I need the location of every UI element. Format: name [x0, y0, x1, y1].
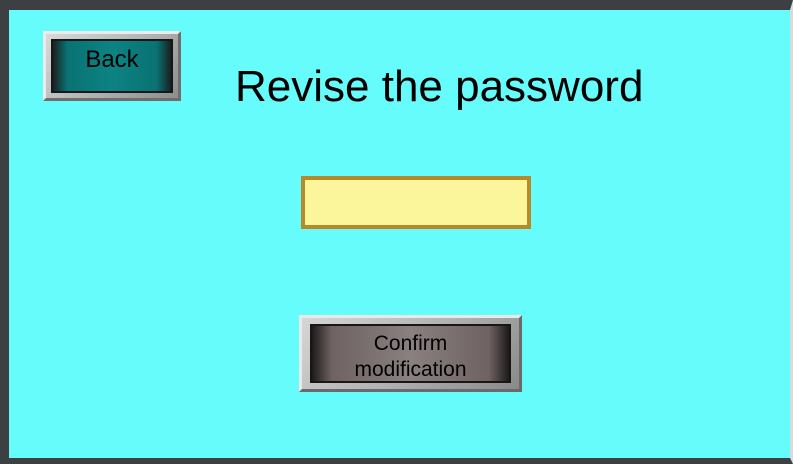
password-input[interactable]	[301, 176, 531, 229]
back-button-label: Back	[51, 39, 173, 93]
confirm-modification-button[interactable]: Confirm modification	[299, 315, 522, 392]
page-title: Revise the password	[235, 62, 644, 111]
confirm-button-label: Confirm modification	[310, 324, 511, 383]
password-screen: Back Revise the password Confirm modific…	[0, 0, 793, 464]
back-button[interactable]: Back	[43, 31, 181, 101]
